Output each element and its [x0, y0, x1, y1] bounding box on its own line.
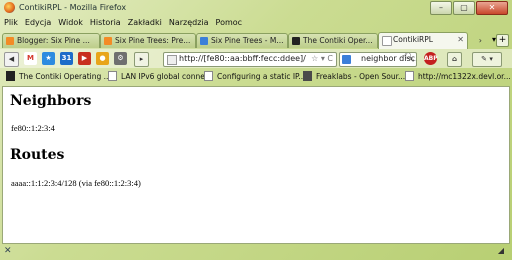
freaklabs-icon: [303, 71, 312, 81]
menu-view[interactable]: Widok: [58, 18, 83, 30]
blogger-icon: [104, 37, 112, 45]
search-bar[interactable]: neighbor disc... 🔍︎: [339, 52, 417, 67]
scroll-tabs-right-icon[interactable]: ›: [479, 36, 482, 45]
page-icon: [292, 37, 300, 45]
menu-tools[interactable]: Narzędzia: [169, 18, 209, 30]
tab-bar: Blogger: Six Pine ... Six Pine Trees: Pr…: [0, 31, 512, 49]
home-button[interactable]: ⌂: [447, 52, 462, 67]
bookmark-tool-icon[interactable]: ★: [42, 52, 55, 65]
new-tab-button[interactable]: +: [496, 34, 509, 47]
resize-grip-icon: ◢: [497, 246, 504, 255]
bookmark-label: http://mc1322x.devl.or...: [418, 71, 511, 81]
tab-label: Six Pine Trees - M...: [211, 36, 284, 45]
bookmark-freaklabs[interactable]: Freaklabs - Open Sour...: [303, 71, 405, 81]
routes-heading: Routes: [10, 147, 65, 163]
bookmark-contiki-os[interactable]: The Contiki Operating ...: [6, 71, 111, 81]
menu-bookmarks[interactable]: Zakładki: [128, 18, 162, 30]
tab-contikirpl[interactable]: ContikiRPL ✕: [378, 32, 468, 49]
tab-blogger[interactable]: Blogger: Six Pine ...: [2, 33, 100, 48]
close-tab-icon[interactable]: ✕: [457, 35, 464, 44]
tab-label: Blogger: Six Pine ...: [17, 36, 90, 45]
neighbors-heading: Neighbors: [10, 93, 92, 109]
menu-history[interactable]: Historia: [90, 18, 121, 30]
maps-icon[interactable]: ●: [96, 52, 109, 65]
firefox-logo-icon: [4, 2, 15, 13]
calendar-icon[interactable]: 31: [60, 52, 73, 65]
search-go-icon[interactable]: 🔍︎: [404, 53, 415, 63]
youtube-icon[interactable]: ▶: [78, 52, 91, 65]
tab-label: ContikiRPL: [393, 35, 433, 44]
neighbor-address: fe80::1:2:3:4: [11, 123, 55, 133]
addon-bar-close-icon[interactable]: ✕: [4, 246, 12, 256]
menu-file[interactable]: Plik: [4, 18, 18, 30]
bookmark-label: LAN IPv6 global conne...: [121, 71, 213, 81]
menu-help[interactable]: Pomoc: [216, 18, 243, 30]
bookmark-static-ip[interactable]: Configuring a static IP...: [204, 71, 306, 81]
address-input[interactable]: http://[fe80::aa:bbff:fecc:ddee]/: [179, 54, 306, 63]
forward-button[interactable]: ▸: [134, 52, 149, 67]
bookmark-lan-ipv6[interactable]: LAN IPv6 global conne...: [108, 71, 212, 81]
search-engine-icon[interactable]: [342, 55, 351, 64]
route-entry: aaaa::1:1:2:3:4/128 (via fe80::1:2:3:4): [11, 178, 141, 188]
status-bar: ✕ ◢: [0, 243, 512, 260]
bookmark-label: Configuring a static IP...: [217, 71, 306, 81]
page-icon: [204, 71, 213, 81]
address-bar[interactable]: http://[fe80::aa:bbff:fecc:ddee]/ ☆ ▾ C: [163, 52, 337, 67]
tab-label: Six Pine Trees: Pre...: [115, 36, 191, 45]
title-bar: ContikiRPL - Mozilla Firefox – ▢ ✕: [0, 0, 512, 16]
bookmark-label: Freaklabs - Open Sour...: [316, 71, 406, 81]
bookmarks-toolbar: The Contiki Operating ... LAN IPv6 globa…: [0, 68, 512, 84]
back-button[interactable]: ◀: [4, 52, 19, 67]
menu-bar: Plik Edycja Widok Historia Zakładki Narz…: [4, 18, 249, 30]
blogger-icon: [6, 37, 14, 45]
maximize-button[interactable]: ▢: [453, 1, 475, 15]
settings-icon[interactable]: ⚙: [114, 52, 127, 65]
page-icon: [405, 71, 414, 81]
tab-six-pine-trees-pre[interactable]: Six Pine Trees: Pre...: [100, 33, 196, 48]
page-icon: [382, 36, 392, 46]
window-title: ContikiRPL - Mozilla Firefox: [19, 3, 127, 12]
tab-six-pine-trees-m[interactable]: Six Pine Trees - M...: [196, 33, 288, 48]
site-icon: [200, 37, 208, 45]
adblock-icon[interactable]: ABP: [424, 52, 438, 65]
navigation-toolbar: ◀ M ★ 31 ▶ ● ⚙ ▸ http://[fe80::aa:bbff:f…: [0, 49, 512, 68]
close-window-button[interactable]: ✕: [476, 1, 508, 15]
tab-contiki-os[interactable]: The Contiki Oper...: [288, 33, 378, 48]
menu-edit[interactable]: Edycja: [25, 18, 51, 30]
bookmark-label: The Contiki Operating ...: [19, 71, 111, 81]
bookmark-mc1322x[interactable]: http://mc1322x.devl.or...: [405, 71, 511, 81]
window-controls: – ▢ ✕: [429, 1, 508, 15]
page-icon: [108, 71, 117, 81]
gmail-icon[interactable]: M: [24, 52, 37, 65]
tab-label: The Contiki Oper...: [303, 36, 373, 45]
page-content: Neighbors fe80::1:2:3:4 Routes aaaa::1:1…: [2, 86, 510, 244]
extensions-menu-button[interactable]: ✎ ▾: [472, 52, 502, 67]
site-identity-icon: [167, 55, 177, 65]
browser-window: ContikiRPL - Mozilla Firefox – ▢ ✕ Plik …: [0, 0, 512, 260]
minimize-button[interactable]: –: [430, 1, 452, 15]
bookmark-favicon: [6, 71, 15, 81]
star-bookmark-icon[interactable]: ☆ ▾ C: [311, 54, 333, 63]
